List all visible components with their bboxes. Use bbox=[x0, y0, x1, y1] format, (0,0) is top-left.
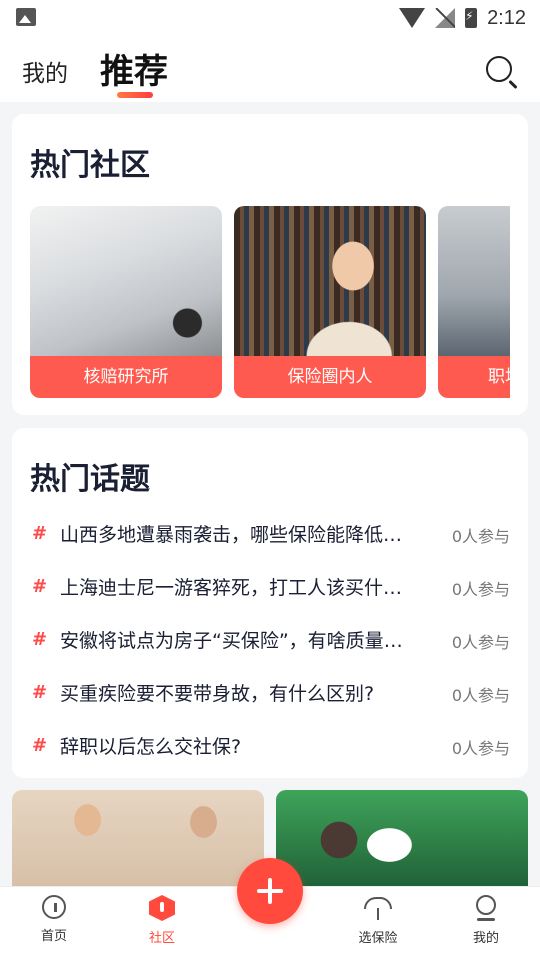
hash-icon: # bbox=[32, 523, 48, 544]
tab-recommend[interactable]: 推荐 bbox=[100, 44, 168, 93]
hash-icon: # bbox=[32, 735, 48, 756]
nav-home[interactable]: 首页 bbox=[14, 895, 94, 955]
topic-title: 上海迪士尼一游客猝死，打工人该买什么保险？ bbox=[60, 577, 420, 599]
hot-topics-title: 热门话题 bbox=[30, 462, 150, 497]
battery-charging-icon bbox=[465, 8, 478, 28]
feed-post-thumbnail[interactable] bbox=[276, 790, 528, 890]
topic-row[interactable]: # 上海迪士尼一游客猝死，打工人该买什么保险？ 0人参与 bbox=[12, 568, 528, 608]
hot-topics-card: 热门话题 # 山西多地遭暴雨袭击，哪些保险能降低损失？ 0人参与 # 上海迪士尼… bbox=[12, 428, 528, 778]
nav-label: 选保险 bbox=[358, 931, 398, 946]
topic-participants: 0人参与 bbox=[451, 580, 510, 599]
community-image bbox=[234, 206, 426, 356]
top-nav: 我的 推荐 bbox=[0, 36, 540, 102]
search-icon[interactable] bbox=[486, 56, 512, 82]
feed-post-thumbnail[interactable] bbox=[12, 790, 264, 890]
community-label: 职场 bbox=[438, 356, 510, 398]
community-item-insiders[interactable]: 保险圈内人 bbox=[234, 206, 426, 398]
topic-participants: 0人参与 bbox=[451, 527, 510, 546]
topic-row[interactable]: # 山西多地遭暴雨袭击，哪些保险能降低损失？ 0人参与 bbox=[12, 515, 528, 555]
nav-mine[interactable]: 我的 bbox=[446, 895, 526, 955]
topic-participants: 0人参与 bbox=[451, 686, 510, 705]
topic-participants: 0人参与 bbox=[451, 633, 510, 652]
topic-title: 安徽将试点为房子“买保险”，有啥质量问题？ bbox=[60, 630, 420, 652]
nav-label: 首页 bbox=[40, 929, 67, 944]
nav-choose-insurance[interactable]: 选保险 bbox=[338, 895, 418, 955]
home-icon bbox=[42, 895, 66, 919]
profile-icon bbox=[473, 895, 499, 921]
community-image bbox=[438, 206, 510, 356]
hash-icon: # bbox=[32, 682, 48, 703]
hot-community-card: 热门社区 核赔研究所 保险圈内人 职场 bbox=[12, 114, 528, 415]
tab-mine[interactable]: 我的 bbox=[22, 54, 68, 88]
community-item-workplace[interactable]: 职场 bbox=[438, 206, 510, 398]
community-label: 保险圈内人 bbox=[234, 356, 426, 398]
community-image bbox=[30, 206, 222, 356]
community-icon bbox=[149, 895, 175, 921]
hash-icon: # bbox=[32, 629, 48, 650]
nav-community[interactable]: 社区 bbox=[122, 895, 202, 955]
status-time: 2:12 bbox=[487, 6, 526, 29]
nav-label: 我的 bbox=[472, 931, 499, 946]
status-icons: 2:12 bbox=[399, 4, 526, 32]
topic-row[interactable]: # 辞职以后怎么交社保? 0人参与 bbox=[12, 727, 528, 767]
hash-icon: # bbox=[32, 576, 48, 597]
community-label: 核赔研究所 bbox=[30, 356, 222, 398]
image-notification-icon bbox=[16, 8, 36, 26]
nav-label: 社区 bbox=[148, 931, 175, 946]
community-item-claims[interactable]: 核赔研究所 bbox=[30, 206, 222, 398]
no-signal-icon bbox=[435, 8, 456, 28]
community-carousel[interactable]: 核赔研究所 保险圈内人 职场 bbox=[30, 206, 510, 398]
status-bar: 2:12 bbox=[0, 0, 540, 36]
wifi-icon bbox=[399, 8, 426, 28]
add-post-button[interactable] bbox=[237, 858, 303, 924]
topic-title: 买重疾险要不要带身故，有什么区别? bbox=[60, 683, 375, 705]
topic-row[interactable]: # 安徽将试点为房子“买保险”，有啥质量问题？ 0人参与 bbox=[12, 621, 528, 661]
topic-title: 辞职以后怎么交社保? bbox=[60, 736, 242, 758]
active-tab-indicator bbox=[117, 92, 153, 98]
topic-title: 山西多地遭暴雨袭击，哪些保险能降低损失？ bbox=[60, 524, 420, 546]
topic-row[interactable]: # 买重疾险要不要带身故，有什么区别? 0人参与 bbox=[12, 674, 528, 714]
hot-community-title: 热门社区 bbox=[30, 148, 150, 183]
topic-participants: 0人参与 bbox=[451, 739, 510, 758]
umbrella-icon bbox=[364, 895, 392, 921]
